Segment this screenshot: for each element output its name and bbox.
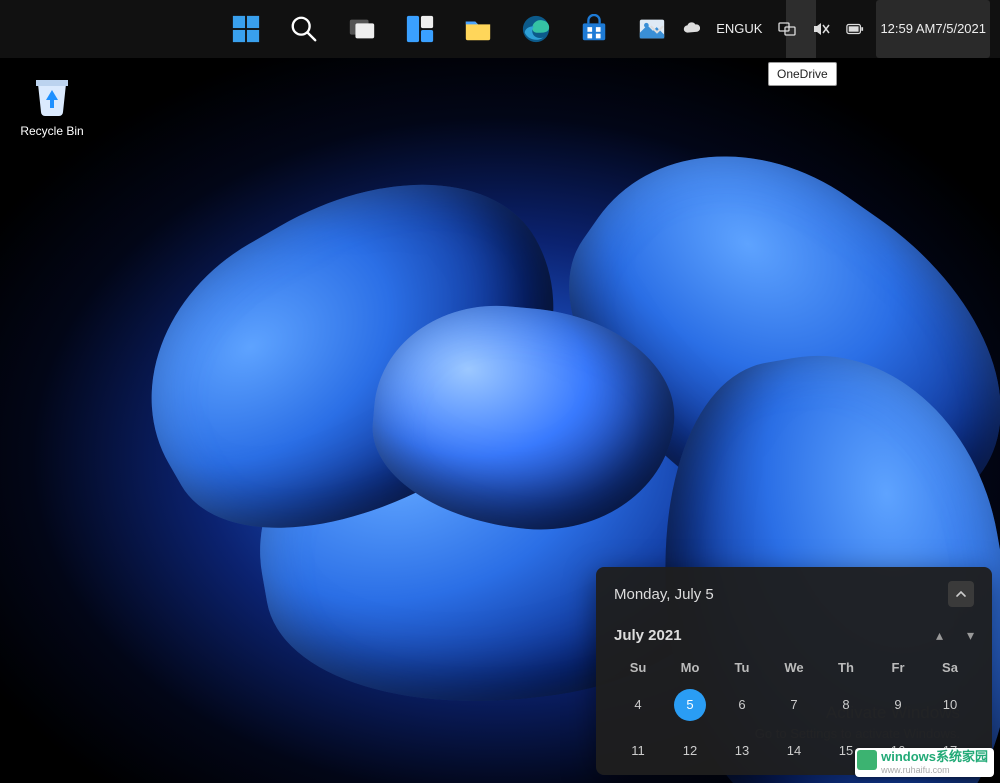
widgets-button[interactable] <box>400 9 440 49</box>
calendar-dow: We <box>770 660 818 675</box>
calendar-day[interactable]: 9 <box>874 689 922 721</box>
taskbar: ENG UK 12:59 AM 7/5/2021 <box>0 0 1000 58</box>
volume-tray-icon[interactable] <box>808 0 834 58</box>
store-button[interactable] <box>574 9 614 49</box>
chevron-down-icon <box>648 20 666 38</box>
battery-icon <box>846 20 864 38</box>
language-line2: UK <box>744 22 762 37</box>
folder-icon <box>463 14 493 44</box>
network-tray-icon[interactable] <box>774 0 800 58</box>
battery-tray-icon[interactable] <box>842 0 868 58</box>
calendar-month-label[interactable]: July 2021 <box>614 627 682 644</box>
windows-logo-icon <box>231 14 261 44</box>
search-icon <box>289 14 319 44</box>
calendar-dow: Sa <box>926 660 974 675</box>
start-button[interactable] <box>226 9 266 49</box>
calendar-next-button[interactable]: ▾ <box>967 627 974 644</box>
calendar-dow: Fr <box>874 660 922 675</box>
clock-time: 12:59 AM <box>880 21 935 37</box>
calendar-dow: Su <box>614 660 662 675</box>
calendar-day[interactable]: 14 <box>770 735 818 767</box>
speaker-muted-icon <box>812 20 830 38</box>
calendar-day[interactable]: 13 <box>718 735 766 767</box>
onedrive-tray-icon[interactable] <box>678 0 704 58</box>
network-icon <box>778 20 796 38</box>
badge-title: windows系统家园 <box>881 750 988 765</box>
store-icon <box>579 14 609 44</box>
calendar-header-date: Monday, July 5 <box>614 586 714 603</box>
taskbar-pinned-apps <box>226 0 672 58</box>
calendar-dow: Mo <box>666 660 714 675</box>
calendar-day[interactable]: 8 <box>822 689 870 721</box>
badge-logo-icon <box>857 750 877 770</box>
calendar-day-today[interactable]: 5 <box>674 689 706 721</box>
tray-tooltip: OneDrive <box>768 62 837 86</box>
clock-button[interactable]: 12:59 AM 7/5/2021 <box>876 0 990 58</box>
recycle-bin-icon <box>28 70 76 118</box>
cloud-icon <box>682 20 700 38</box>
search-button[interactable] <box>284 9 324 49</box>
calendar-prev-button[interactable]: ▴ <box>936 627 943 644</box>
task-view-icon <box>347 14 377 44</box>
desktop-icon-recycle-bin[interactable]: Recycle Bin <box>12 70 92 138</box>
calendar-collapse-button[interactable] <box>948 581 974 607</box>
file-explorer-button[interactable] <box>458 9 498 49</box>
tray-overflow-button[interactable] <box>644 0 670 58</box>
task-view-button[interactable] <box>342 9 382 49</box>
edge-button[interactable] <box>516 9 556 49</box>
calendar-dow: Th <box>822 660 870 675</box>
calendar-day[interactable]: 4 <box>614 689 662 721</box>
badge-subtitle: www.ruhaifu.com <box>881 765 988 775</box>
system-tray: ENG UK 12:59 AM 7/5/2021 <box>634 0 1000 58</box>
calendar-flyout: Monday, July 5 July 2021 ▴ ▾ Su Mo Tu We… <box>596 567 992 775</box>
language-indicator[interactable]: ENG UK <box>712 0 766 58</box>
calendar-dow: Tu <box>718 660 766 675</box>
source-watermark-badge: windows系统家园 www.ruhaifu.com <box>855 748 994 777</box>
calendar-day[interactable]: 6 <box>718 689 766 721</box>
calendar-day[interactable]: 12 <box>666 735 714 767</box>
language-line1: ENG <box>716 22 744 37</box>
calendar-day[interactable]: 11 <box>614 735 662 767</box>
calendar-day[interactable]: 10 <box>926 689 974 721</box>
chevron-up-icon <box>955 588 967 600</box>
widgets-icon <box>405 14 435 44</box>
calendar-day[interactable]: 7 <box>770 689 818 721</box>
edge-icon <box>521 14 551 44</box>
desktop-icon-label: Recycle Bin <box>12 124 92 138</box>
clock-date: 7/5/2021 <box>935 21 986 37</box>
